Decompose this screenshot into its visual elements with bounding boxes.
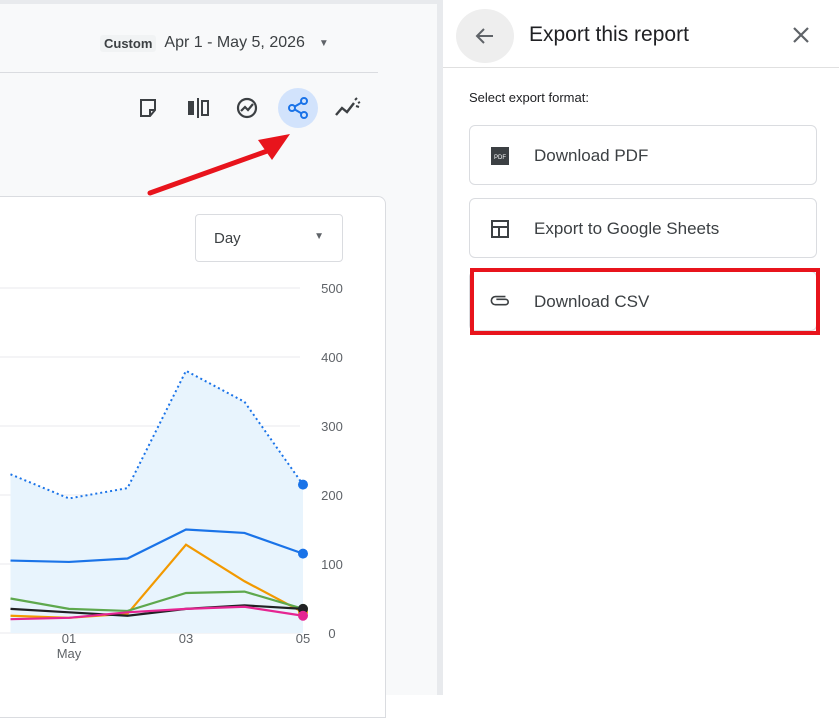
export-panel: Export this report Select export format:…	[443, 0, 839, 695]
download-pdf-option[interactable]: PDF Download PDF	[469, 125, 817, 185]
sheets-grid-icon	[490, 219, 510, 239]
panel-title: Export this report	[529, 23, 689, 46]
svg-text:PDF: PDF	[494, 155, 506, 161]
panel-divider	[443, 67, 839, 68]
close-icon	[793, 27, 809, 43]
arrow-left-icon	[475, 28, 493, 44]
report-area: Custom Apr 1 - May 5, 2026 ▼ 0 100 200 300 4…	[0, 0, 437, 718]
annotation-arrow	[147, 134, 290, 196]
pdf-icon: PDF	[490, 146, 510, 166]
highlight-box	[470, 268, 820, 335]
close-button[interactable]	[786, 20, 816, 50]
format-label: Select export format:	[469, 90, 589, 105]
export-sheets-option[interactable]: Export to Google Sheets	[469, 198, 817, 258]
option-label: Export to Google Sheets	[534, 219, 720, 238]
option-label: Download PDF	[534, 146, 649, 165]
back-button[interactable]	[456, 9, 514, 63]
